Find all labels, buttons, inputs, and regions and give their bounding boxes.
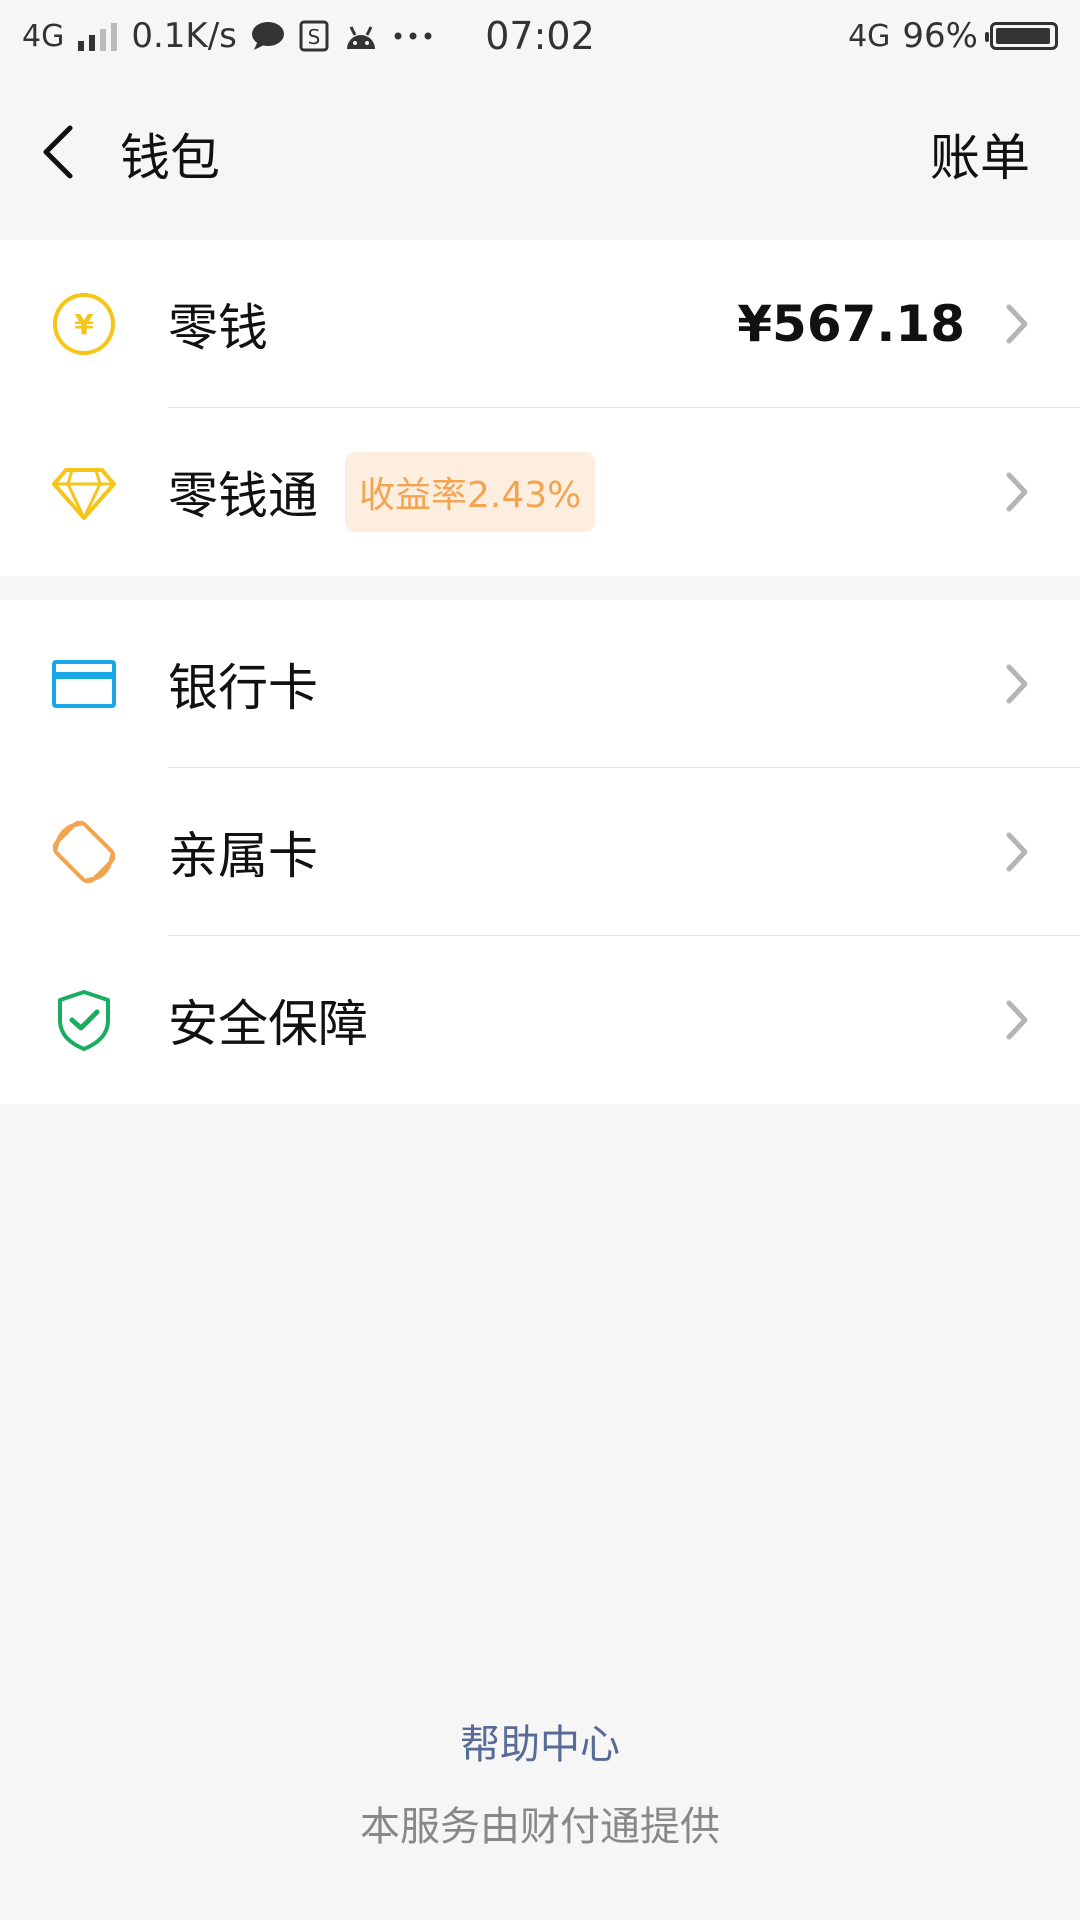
help-center-link[interactable]: 帮助中心 <box>0 1712 1080 1770</box>
list-item-bank-card[interactable]: 银行卡 <box>0 600 1080 768</box>
yield-badge: 收益率2.43% <box>345 452 596 532</box>
chevron-right-icon <box>1006 304 1028 344</box>
provider-note: 本服务由财付通提供 <box>360 1804 720 1850</box>
balance-amount: ¥567.18 <box>737 295 965 353</box>
status-bar: 4G 0.1K/s S 07:02 4G 96% <box>0 0 1080 76</box>
back-button[interactable] <box>30 116 90 186</box>
shield-check-icon <box>58 990 110 1051</box>
list-item-family-card[interactable]: 亲属卡 <box>0 768 1080 936</box>
battery-percent: 96% <box>902 16 978 56</box>
chevron-right-icon <box>1006 832 1028 872</box>
back-arrow-icon <box>43 125 73 179</box>
diamond-icon <box>52 468 116 520</box>
network-type-right: 4G <box>848 18 891 54</box>
wallet-group-balance: ¥ 零钱 ¥567.18 零钱通 收益率2.43% <box>0 240 1080 576</box>
chevron-right-icon <box>1006 664 1028 704</box>
list-item-label: 亲属卡 <box>168 827 318 885</box>
wallet-group-cards: 银行卡 亲属卡 安全保障 <box>0 600 1080 1104</box>
list-item-security[interactable]: 安全保障 <box>0 936 1080 1104</box>
list-item-label: 零钱 <box>168 299 268 357</box>
list-item-label: 零钱通 <box>168 467 318 525</box>
chevron-right-icon <box>1006 472 1028 512</box>
family-card-icon <box>52 820 116 884</box>
yuan-coin-icon: ¥ <box>53 293 115 355</box>
list-item-change[interactable]: ¥ 零钱 ¥567.18 <box>0 240 1080 408</box>
bill-button[interactable]: 账单 <box>930 118 1030 190</box>
list-item-label: 银行卡 <box>168 659 318 717</box>
battery-icon <box>985 22 1058 50</box>
status-right: 4G 96% <box>848 16 1058 56</box>
list-item-lingqiantong[interactable]: 零钱通 收益率2.43% <box>0 408 1080 576</box>
list-item-label: 安全保障 <box>168 995 368 1053</box>
nav-bar: 钱包 账单 <box>0 76 1080 240</box>
page-title: 钱包 <box>120 129 220 187</box>
svg-text:¥: ¥ <box>74 308 94 341</box>
chevron-right-icon <box>1006 1000 1028 1040</box>
bank-card-icon <box>52 660 116 708</box>
